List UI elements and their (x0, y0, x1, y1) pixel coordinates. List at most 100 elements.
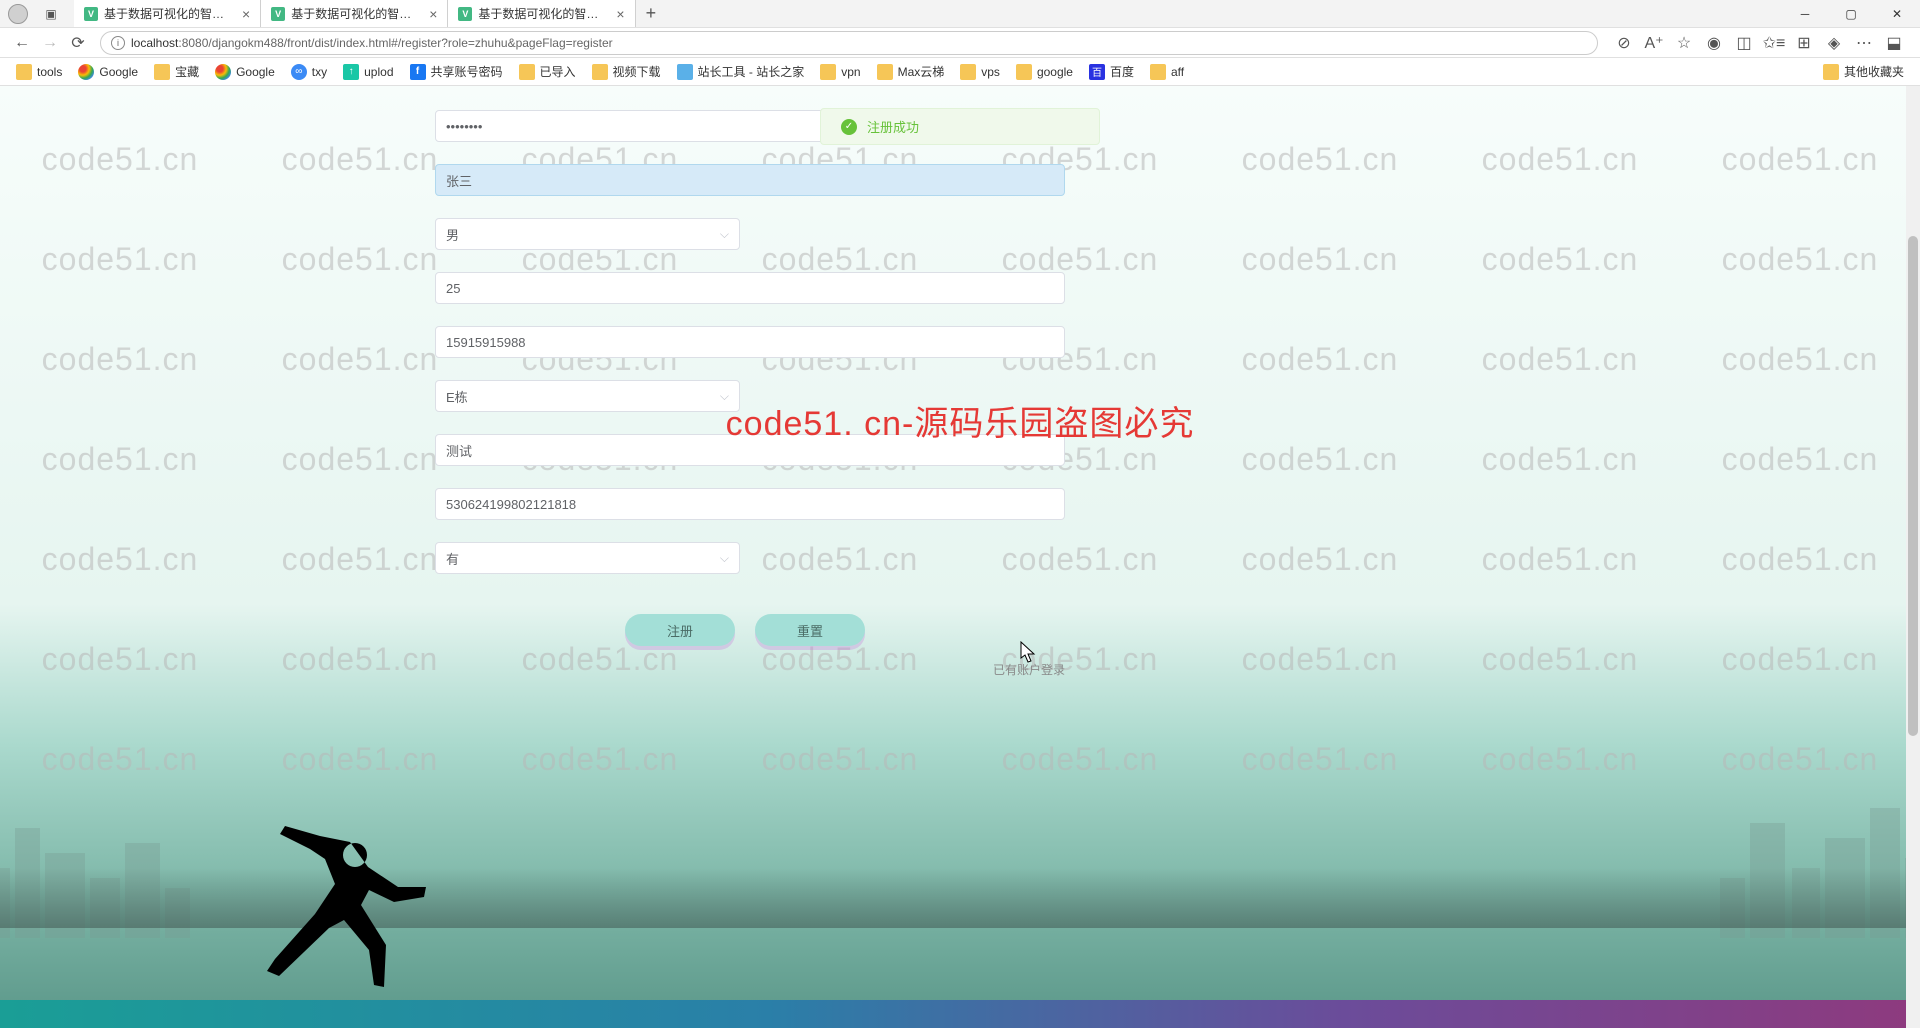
age-field[interactable] (435, 272, 1065, 304)
window-titlebar: ▣ V 基于数据可视化的智慧社区内网 × V 基于数据可视化的智慧社区内网 × … (0, 0, 1920, 28)
split-screen-icon[interactable]: ◫ (1734, 33, 1754, 53)
bookmark-item[interactable]: f共享账号密码 (402, 63, 511, 80)
copilot-icon[interactable]: ◉ (1704, 33, 1724, 53)
tab-title: 基于数据可视化的智慧社区内网 (478, 5, 608, 22)
watermark-text: code51.cn (0, 141, 240, 178)
success-toast: ✓ 注册成功 (820, 108, 1100, 145)
gender-select[interactable]: 男 ⌵ (435, 218, 740, 250)
tencent-icon: ∞ (291, 64, 307, 80)
google-icon (215, 64, 231, 80)
folder-icon (16, 64, 32, 80)
browser-tabs: V 基于数据可视化的智慧社区内网 × V 基于数据可视化的智慧社区内网 × V … (74, 0, 1782, 27)
watermark-text: code51.cn (0, 241, 240, 278)
bookmark-item[interactable]: 视频下载 (584, 63, 669, 80)
site-info-icon[interactable]: i (111, 36, 125, 50)
watermark-warning: code51. cn-源码乐园盗图必究 (726, 396, 1195, 445)
bookmark-item[interactable]: aff (1142, 64, 1192, 80)
profile-icon[interactable] (8, 4, 28, 24)
bookmark-label: 已导入 (540, 63, 576, 80)
bookmark-label: Max云梯 (898, 63, 945, 80)
bookmark-item[interactable]: Google (70, 64, 146, 80)
watermark-text: code51.cn (1200, 341, 1440, 378)
bookmark-item[interactable]: 百百度 (1081, 63, 1142, 80)
minimize-button[interactable]: ─ (1782, 0, 1828, 28)
extensions-icon[interactable]: ◈ (1824, 33, 1844, 53)
browser-tab[interactable]: V 基于数据可视化的智慧社区内网 × (74, 0, 261, 27)
folder-icon (877, 64, 893, 80)
vue-favicon-icon: V (84, 7, 98, 21)
folder-icon (1150, 64, 1166, 80)
browser-tab[interactable]: V 基于数据可视化的智慧社区内网 × (448, 0, 635, 27)
watermark-text: code51.cn (1680, 341, 1920, 378)
bookmark-label: 视频下载 (613, 63, 661, 80)
site-icon (677, 64, 693, 80)
refresh-button[interactable]: ⟳ (64, 29, 92, 57)
scrollbar-track[interactable] (1906, 86, 1920, 1028)
bookmark-item[interactable]: vpn (812, 64, 868, 80)
fb-icon: f (410, 64, 426, 80)
read-aloud-icon[interactable]: A⁺ (1644, 33, 1664, 53)
bookmark-item[interactable]: vps (952, 64, 1008, 80)
bookmark-item[interactable]: google (1008, 64, 1081, 80)
has-account-select[interactable]: 有 ⌵ (435, 542, 740, 574)
folder-icon (519, 64, 535, 80)
watermark-text: code51.cn (0, 541, 240, 578)
watermark-text: code51.cn (1200, 241, 1440, 278)
bookmark-item[interactable]: 宝藏 (146, 63, 207, 80)
bookmark-item[interactable]: Google (207, 64, 283, 80)
watermark-text: code51.cn (0, 641, 240, 678)
new-tab-button[interactable]: + (636, 0, 667, 27)
other-bookmarks-button[interactable]: 其他收藏夹 (1815, 63, 1912, 80)
favorite-icon[interactable]: ☆ (1674, 33, 1694, 53)
tracking-icon[interactable]: ⊘ (1614, 33, 1634, 53)
watermark-text: code51.cn (1440, 241, 1680, 278)
more-icon[interactable]: ⋯ (1854, 33, 1874, 53)
bookmark-item[interactable]: 已导入 (511, 63, 584, 80)
tab-close-icon[interactable]: × (616, 6, 624, 22)
bookmark-label: 宝藏 (175, 63, 199, 80)
browser-tab[interactable]: V 基于数据可视化的智慧社区内网 × (261, 0, 448, 27)
bookmark-label: 百度 (1110, 63, 1134, 80)
upload-icon: ↑ (343, 64, 359, 80)
url-path: :8080/djangokm488/front/dist/index.html#… (178, 36, 612, 50)
toast-message: 注册成功 (867, 117, 919, 136)
url-input[interactable]: i localhost:8080/djangokm488/front/dist/… (100, 31, 1598, 55)
scrollbar-thumb[interactable] (1908, 236, 1918, 736)
name-field[interactable] (435, 164, 1065, 196)
login-link[interactable]: 已有账户登录 (435, 661, 1065, 678)
folder-icon (592, 64, 608, 80)
tab-title: 基于数据可视化的智慧社区内网 (104, 5, 234, 22)
building-select[interactable]: E栋 ⌵ (435, 380, 740, 412)
bookmark-label: txy (312, 65, 327, 79)
bookmark-item[interactable]: tools (8, 64, 70, 80)
forward-button[interactable]: → (36, 29, 64, 57)
bookmark-item[interactable]: ↑ uplod (335, 64, 401, 80)
phone-field[interactable] (435, 326, 1065, 358)
watermark-text: code51.cn (1440, 641, 1680, 678)
bookmark-item[interactable]: 站长工具 - 站长之家 (669, 63, 813, 80)
register-button[interactable]: 注册 (625, 614, 735, 646)
watermark-text: code51.cn (1680, 541, 1920, 578)
bookmark-item[interactable]: Max云梯 (869, 63, 953, 80)
tab-title: 基于数据可视化的智慧社区内网 (291, 5, 421, 22)
folder-icon (960, 64, 976, 80)
collections-icon[interactable]: ⊞ (1794, 33, 1814, 53)
register-form: 男 ⌵ E栋 ⌵ 有 ⌵ 注册 (435, 86, 1065, 678)
watermark-text: code51.cn (1200, 541, 1440, 578)
tab-close-icon[interactable]: × (242, 6, 250, 22)
favorites-list-icon[interactable]: ✩≡ (1764, 33, 1784, 53)
bookmark-label: uplod (364, 65, 393, 79)
window-controls: ─ ▢ ✕ (1782, 0, 1920, 28)
maximize-button[interactable]: ▢ (1828, 0, 1874, 28)
vue-favicon-icon: V (271, 7, 285, 21)
reset-button[interactable]: 重置 (755, 614, 865, 646)
idcard-field[interactable] (435, 488, 1065, 520)
folder-icon (154, 64, 170, 80)
other-bookmarks-label: 其他收藏夹 (1844, 63, 1904, 80)
close-button[interactable]: ✕ (1874, 0, 1920, 28)
back-button[interactable]: ← (8, 29, 36, 57)
downloads-icon[interactable]: ⬓ (1884, 33, 1904, 53)
bookmark-item[interactable]: ∞ txy (283, 64, 335, 80)
tab-close-icon[interactable]: × (429, 6, 437, 22)
tab-actions-icon[interactable]: ▣ (42, 5, 60, 23)
